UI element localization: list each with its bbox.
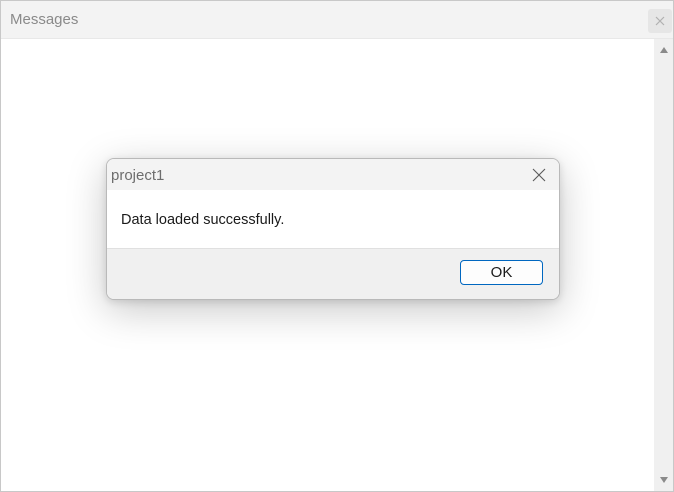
ok-button[interactable]: OK (460, 260, 543, 285)
dialog-title: project1 (111, 167, 165, 184)
arrow-down-icon (659, 477, 668, 483)
messages-titlebar: Messages (1, 1, 673, 39)
scroll-up-button[interactable] (654, 41, 673, 59)
message-dialog: project1 Data loaded successfully. OK (106, 158, 560, 300)
messages-close-button[interactable] (648, 9, 672, 33)
messages-window-title: Messages (10, 11, 79, 28)
dialog-close-button[interactable] (523, 161, 555, 189)
dialog-message: Data loaded successfully. (121, 212, 285, 228)
vertical-scrollbar[interactable] (654, 39, 673, 491)
dialog-footer: OK (107, 248, 559, 299)
close-icon (532, 168, 546, 182)
arrow-up-icon (659, 47, 668, 53)
dialog-titlebar: project1 (107, 159, 559, 190)
close-icon (655, 16, 665, 26)
scroll-down-button[interactable] (654, 471, 673, 489)
